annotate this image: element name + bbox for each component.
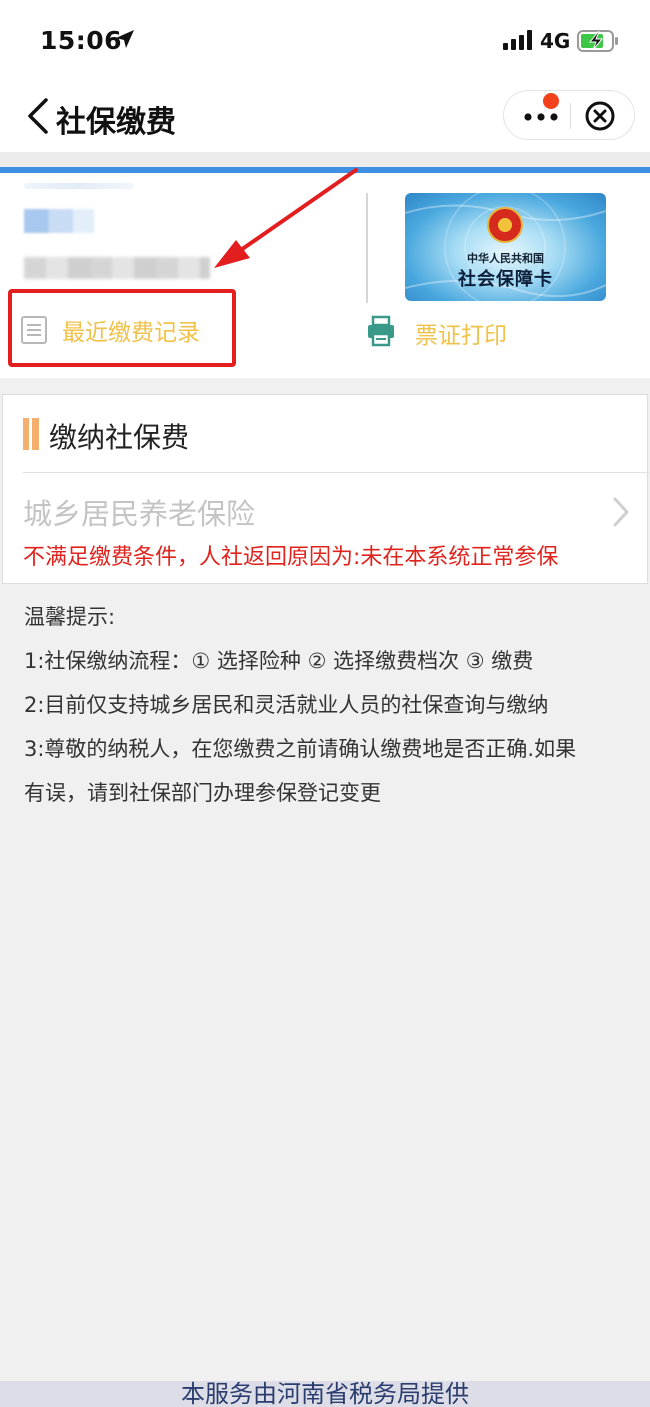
tips-line-1: 1:社保缴纳流程：① 选择险种 ② 选择缴费档次 ③ 缴费	[24, 649, 534, 673]
printer-icon	[368, 315, 394, 347]
status-time: 15:06	[40, 26, 123, 55]
mini-program-capsule	[503, 90, 635, 140]
social-security-card-image: 中华人民共和国 社会保障卡	[405, 193, 606, 301]
receipt-print-link[interactable]: 票证打印	[366, 311, 526, 355]
close-circle-icon[interactable]	[584, 100, 616, 132]
signal-bars-icon	[503, 30, 532, 50]
chevron-right-icon	[613, 497, 629, 527]
footer: 本服务由河南省税务局提供	[0, 1380, 650, 1407]
card-title-text: 社会保障卡	[458, 269, 553, 290]
footer-text: 本服务由河南省税务局提供	[181, 1380, 469, 1407]
more-button[interactable]	[504, 91, 570, 139]
insurance-name: 城乡居民养老保险	[23, 497, 256, 531]
section-title: 缴纳社保费	[49, 421, 190, 454]
blurred-id-number	[24, 257, 210, 279]
national-emblem-icon	[487, 207, 523, 243]
notification-dot	[543, 93, 559, 109]
battery-charging-icon	[577, 30, 618, 52]
back-chevron-icon[interactable]	[24, 96, 50, 136]
insurance-error-message: 不满足缴费条件，人社返回原因为:未在本系统正常参保	[23, 545, 559, 570]
capsule-divider	[570, 103, 571, 129]
card-country-text: 中华人民共和国	[467, 252, 544, 265]
network-label: 4G	[540, 29, 571, 53]
tips-heading: 温馨提示:	[24, 605, 116, 629]
tips-line-4: 有误，请到社保部门办理参保登记变更	[24, 781, 381, 805]
tips-section: 温馨提示: 1:社保缴纳流程：① 选择险种 ② 选择缴费档次 ③ 缴费 2:目前…	[24, 595, 636, 815]
nav-bar: 社保缴费	[0, 82, 650, 152]
blurred-strip	[24, 183, 134, 189]
page-title: 社保缴费	[56, 105, 176, 140]
annotation-highlight-box	[8, 289, 236, 367]
user-info-card: 中华人民共和国 社会保障卡 最近缴费记录 票证打印	[0, 173, 650, 378]
receipt-print-label: 票证打印	[415, 323, 507, 349]
pay-social-insurance-card: 缴纳社保费 城乡居民养老保险 不满足缴费条件，人社返回原因为:未在本系统正常参保	[2, 394, 649, 584]
card-divider	[366, 193, 368, 303]
location-arrow-icon	[116, 30, 134, 48]
tips-line-3: 3:尊敬的纳税人，在您缴费之前请确认缴费地是否正确.如果	[24, 737, 577, 761]
more-dots-icon	[524, 113, 558, 121]
tips-line-2: 2:目前仅支持城乡居民和灵活就业人员的社保查询与缴纳	[24, 693, 549, 717]
section-marker	[23, 418, 39, 450]
insurance-item-row[interactable]: 城乡居民养老保险 不满足缴费条件，人社返回原因为:未在本系统正常参保	[3, 473, 647, 583]
blurred-user-name	[24, 209, 94, 233]
header-gap	[0, 152, 650, 167]
status-bar: 15:06 4G	[0, 0, 650, 82]
